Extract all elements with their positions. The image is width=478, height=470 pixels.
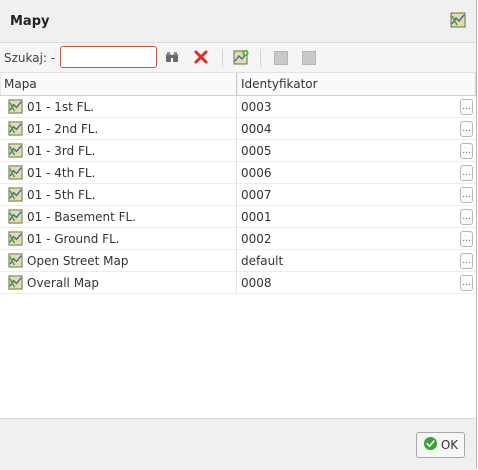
search-input[interactable] bbox=[60, 46, 157, 68]
window-title: Mapy bbox=[10, 14, 50, 29]
map-identifier: 0007 bbox=[241, 188, 272, 202]
map-identifier: 0004 bbox=[241, 122, 272, 136]
row-action-button[interactable]: ... bbox=[460, 165, 473, 181]
ok-button[interactable]: OK bbox=[416, 432, 465, 458]
table-row[interactable]: 01 - 1st FL. 0003 ... bbox=[0, 96, 476, 118]
map-name: 01 - 2nd FL. bbox=[27, 122, 99, 136]
map-name: Overall Map bbox=[27, 276, 100, 290]
row-action-button[interactable]: ... bbox=[460, 253, 473, 269]
table-row[interactable]: 01 - 5th FL. 0007 ... bbox=[0, 184, 476, 206]
green-check-icon bbox=[423, 436, 438, 454]
red-x-icon bbox=[193, 49, 209, 68]
delete-map-button[interactable] bbox=[300, 49, 318, 67]
map-icon bbox=[8, 143, 23, 161]
map-cell: Open Street Map bbox=[0, 250, 237, 271]
map-identifier: 0001 bbox=[241, 210, 272, 224]
clear-search-button[interactable] bbox=[192, 49, 210, 67]
table-row[interactable]: Overall Map 0008 ... bbox=[0, 272, 476, 294]
column-header-identifier[interactable]: Identyfikator bbox=[237, 73, 476, 95]
map-list: 01 - 1st FL. 0003 ... 01 - 2nd FL. 0004 … bbox=[0, 96, 476, 294]
map-icon bbox=[8, 99, 23, 117]
toolbar-separator bbox=[222, 49, 223, 67]
map-icon bbox=[8, 187, 23, 205]
search-label: Szukaj: - bbox=[4, 51, 56, 65]
row-action-button[interactable]: ... bbox=[460, 143, 473, 159]
disabled-edit-icon bbox=[274, 51, 288, 65]
table-row[interactable]: Open Street Map default ... bbox=[0, 250, 476, 272]
binoculars-icon bbox=[164, 49, 180, 68]
add-map-icon bbox=[233, 49, 249, 68]
map-cell: 01 - 3rd FL. bbox=[0, 140, 237, 161]
table-row[interactable]: 01 - 4th FL. 0006 ... bbox=[0, 162, 476, 184]
grid-header: Mapa Identyfikator bbox=[0, 73, 476, 96]
row-action-button[interactable]: ... bbox=[460, 231, 473, 247]
map-identifier: default bbox=[241, 254, 284, 268]
map-name: 01 - 4th FL. bbox=[27, 166, 96, 180]
map-icon bbox=[8, 253, 23, 271]
map-name: 01 - Ground FL. bbox=[27, 232, 120, 246]
map-cell: 01 - Basement FL. bbox=[0, 206, 237, 227]
table-row[interactable]: 01 - 3rd FL. 0005 ... bbox=[0, 140, 476, 162]
map-identifier: 0002 bbox=[241, 232, 272, 246]
map-icon bbox=[8, 209, 23, 227]
map-cell: 01 - 2nd FL. bbox=[0, 118, 237, 139]
map-icon bbox=[8, 165, 23, 183]
row-action-button[interactable]: ... bbox=[460, 209, 473, 225]
dialog-footer: OK bbox=[0, 418, 476, 470]
toolbar-separator bbox=[260, 49, 261, 67]
row-action-button[interactable]: ... bbox=[460, 99, 473, 115]
map-cell: 01 - 4th FL. bbox=[0, 162, 237, 183]
table-row[interactable]: 01 - Basement FL. 0001 ... bbox=[0, 206, 476, 228]
map-icon bbox=[8, 231, 23, 249]
map-icon bbox=[8, 275, 23, 293]
map-identifier: 0006 bbox=[241, 166, 272, 180]
row-action-button[interactable]: ... bbox=[460, 275, 473, 291]
map-icon bbox=[8, 121, 23, 139]
map-name: 01 - 1st FL. bbox=[27, 100, 95, 114]
disabled-delete-icon bbox=[302, 51, 316, 65]
map-name: 01 - 5th FL. bbox=[27, 188, 96, 202]
map-name: Open Street Map bbox=[27, 254, 129, 268]
map-cell: Overall Map bbox=[0, 272, 237, 293]
map-identifier: 0003 bbox=[241, 100, 272, 114]
maps-dialog: Mapy Szukaj: - Mapa Identyfikator 01 - 1… bbox=[0, 0, 477, 470]
row-action-button[interactable]: ... bbox=[460, 187, 473, 203]
map-identifier: 0008 bbox=[241, 276, 272, 290]
map-name: 01 - 3rd FL. bbox=[27, 144, 96, 158]
title-bar: Mapy bbox=[0, 0, 476, 43]
column-header-map[interactable]: Mapa bbox=[0, 73, 237, 95]
row-action-button[interactable]: ... bbox=[460, 121, 473, 137]
map-cell: 01 - 5th FL. bbox=[0, 184, 237, 205]
edit-map-button[interactable] bbox=[272, 49, 290, 67]
find-button[interactable] bbox=[163, 49, 181, 67]
table-row[interactable]: 01 - Ground FL. 0002 ... bbox=[0, 228, 476, 250]
map-name: 01 - Basement FL. bbox=[27, 210, 137, 224]
map-identifier: 0005 bbox=[241, 144, 272, 158]
table-row[interactable]: 01 - 2nd FL. 0004 ... bbox=[0, 118, 476, 140]
map-cell: 01 - 1st FL. bbox=[0, 96, 237, 117]
map-icon bbox=[450, 12, 466, 31]
ok-label: OK bbox=[440, 438, 459, 452]
add-map-button[interactable] bbox=[232, 49, 250, 67]
map-cell: 01 - Ground FL. bbox=[0, 228, 237, 249]
toolbar: Szukaj: - bbox=[0, 43, 476, 73]
